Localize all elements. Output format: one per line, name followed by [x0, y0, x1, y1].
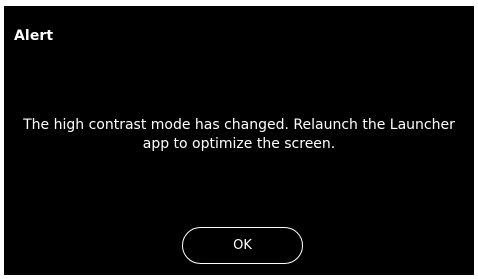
ok-button[interactable]: OK: [182, 227, 303, 264]
dialog-title: Alert: [14, 28, 54, 44]
dialog-message: The high contrast mode has changed. Rela…: [23, 117, 455, 152]
alert-dialog: Alert The high contrast mode has changed…: [4, 6, 474, 275]
